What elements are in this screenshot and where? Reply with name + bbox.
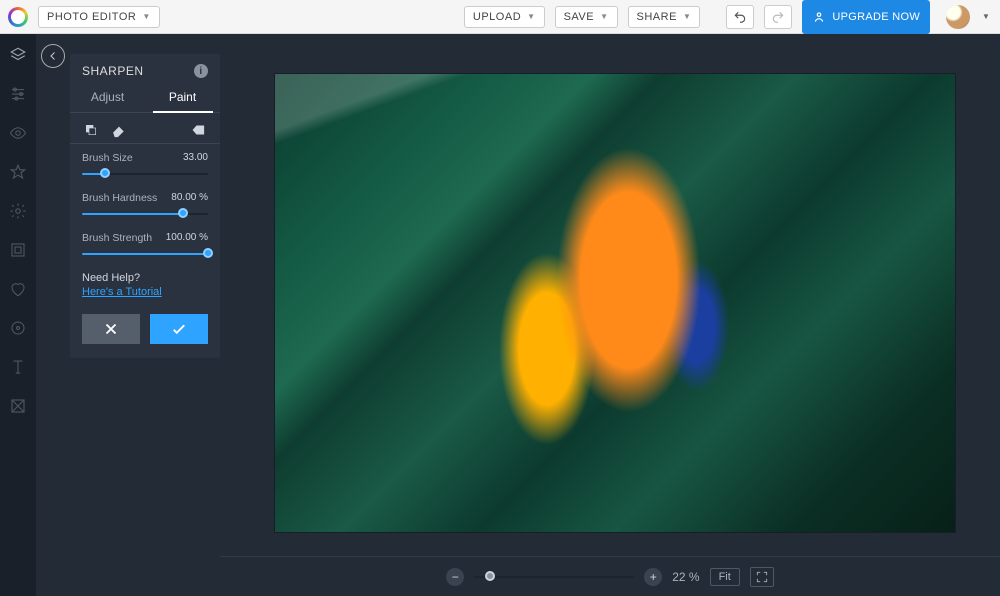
app-mode-dropdown[interactable]: PHOTO EDITOR ▼ [38, 6, 160, 28]
help-block: Need Help? Here's a Tutorial [70, 264, 220, 308]
tab-adjust[interactable]: Adjust [70, 84, 145, 112]
left-tool-rail [0, 34, 36, 596]
share-button[interactable]: SHARE▼ [628, 6, 701, 28]
caret-down-icon: ▼ [600, 12, 608, 21]
tab-paint[interactable]: Paint [145, 84, 220, 112]
clear-mask-icon[interactable] [190, 121, 208, 139]
back-button[interactable] [41, 44, 65, 68]
rail-sliders-icon[interactable] [9, 85, 27, 106]
zoom-in-button[interactable]: + [644, 568, 662, 586]
zoom-value: 22 % [672, 570, 699, 584]
save-button[interactable]: SAVE▼ [555, 6, 618, 28]
rail-text-icon[interactable] [9, 358, 27, 379]
tutorial-link[interactable]: Here's a Tutorial [82, 286, 162, 298]
rail-layers-icon[interactable] [9, 46, 27, 67]
upgrade-icon [812, 10, 826, 24]
brush-strength-slider: Brush Strength100.00 % [70, 224, 220, 264]
undo-button[interactable] [726, 5, 754, 29]
caret-down-icon: ▼ [142, 12, 150, 21]
fullscreen-button[interactable] [750, 567, 774, 587]
rail-settings-icon[interactable] [9, 319, 27, 340]
rail-heart-icon[interactable] [9, 280, 27, 301]
brush-hardness-slider: Brush Hardness80.00 % [70, 184, 220, 224]
panel-title: SHARPEN [82, 64, 144, 78]
zoom-toolbar: − + 22 % Fit [220, 556, 1000, 596]
upload-button[interactable]: UPLOAD▼ [464, 6, 545, 28]
redo-button[interactable] [764, 5, 792, 29]
app-mode-label: PHOTO EDITOR [47, 11, 136, 23]
caret-down-icon: ▼ [527, 12, 535, 21]
caret-down-icon: ▼ [683, 12, 691, 21]
user-avatar[interactable] [946, 5, 970, 29]
rail-star-icon[interactable] [9, 163, 27, 184]
rail-texture-icon[interactable] [9, 397, 27, 418]
rail-gear-icon[interactable] [9, 202, 27, 223]
slider-thumb[interactable] [100, 168, 110, 178]
caret-down-icon: ▼ [982, 12, 992, 21]
zoom-out-button[interactable]: − [446, 568, 464, 586]
brush-tool-icon[interactable] [82, 121, 100, 139]
info-icon[interactable]: i [194, 64, 208, 78]
sharpen-panel: SHARPEN i Adjust Paint Brush Size33.00 [70, 54, 220, 358]
upgrade-button[interactable]: UPGRADE NOW [802, 0, 930, 34]
canvas-area: − + 22 % Fit [220, 34, 1000, 596]
top-toolbar: PHOTO EDITOR ▼ UPLOAD▼ SAVE▼ SHARE▼ UPGR… [0, 0, 1000, 34]
rail-frame-icon[interactable] [9, 241, 27, 262]
brush-size-slider: Brush Size33.00 [70, 144, 220, 184]
eraser-tool-icon[interactable] [110, 121, 128, 139]
fit-button[interactable]: Fit [710, 568, 740, 586]
slider-thumb[interactable] [178, 208, 188, 218]
zoom-slider[interactable] [474, 570, 634, 584]
canvas-image[interactable] [275, 74, 955, 532]
panel-sub-column [36, 34, 70, 596]
cancel-button[interactable] [82, 314, 140, 344]
slider-thumb[interactable] [203, 248, 213, 258]
app-logo[interactable] [8, 7, 28, 27]
apply-button[interactable] [150, 314, 208, 344]
panel-tabs: Adjust Paint [70, 84, 220, 113]
rail-eye-icon[interactable] [9, 124, 27, 145]
slider-thumb[interactable] [485, 571, 495, 581]
